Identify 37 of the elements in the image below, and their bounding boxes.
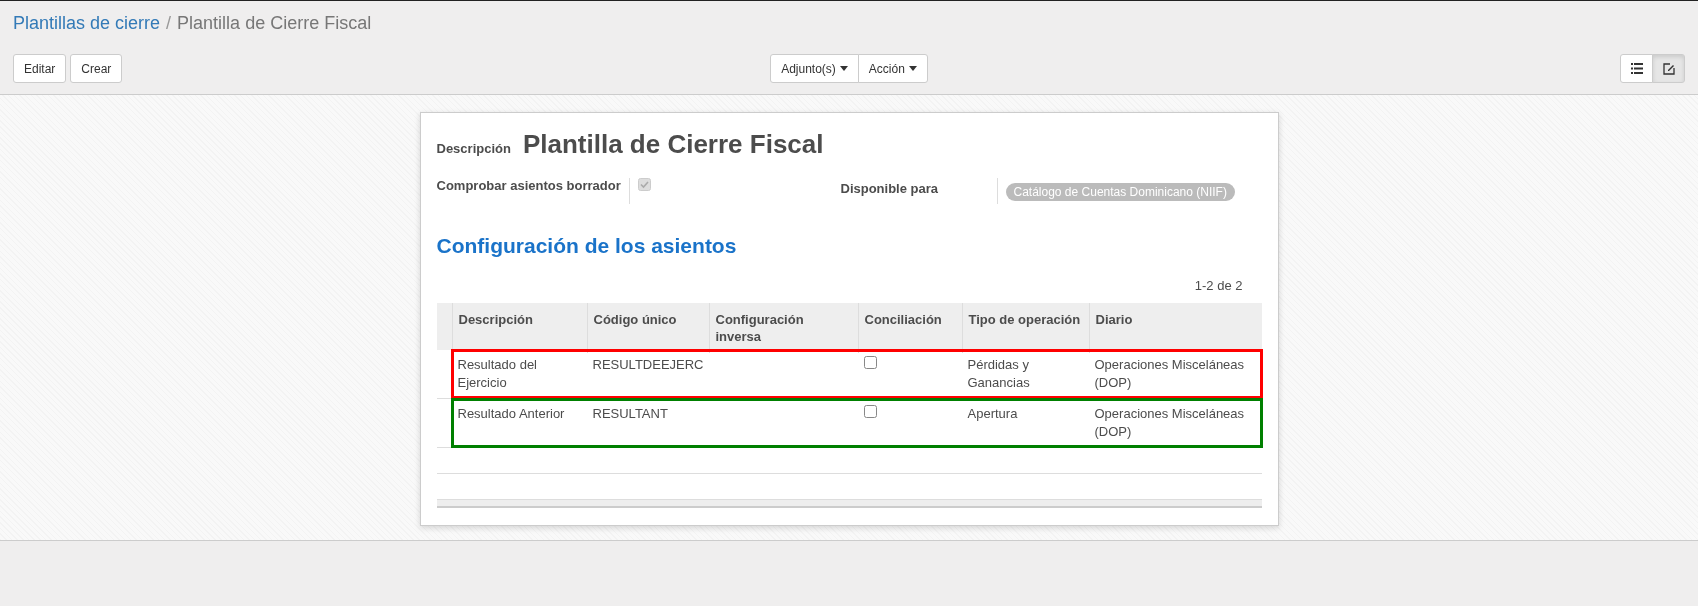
table-cell-text: Pérdidas y Ganancias (966, 356, 1031, 392)
breadcrumb-current: Plantilla de Cierre Fiscal (177, 13, 372, 34)
checkbox[interactable] (863, 356, 877, 369)
table-cell-text: Resultado Anterior (456, 405, 566, 423)
checkbox[interactable] (637, 178, 651, 191)
dropdown-button[interactable]: Acción (857, 54, 928, 83)
field-label: Comprobar asientos borrador (436, 178, 622, 193)
column-header[interactable]: Conciliación (857, 303, 962, 353)
checkbox[interactable] (863, 405, 877, 418)
table-cell-text: Operaciones Misceláneas (DOP) (1093, 356, 1246, 392)
breadcrumb-link[interactable]: Plantillas de cierre (13, 13, 161, 34)
tag: Catálogo de Cuentas Dominicano (NIIF) (1005, 183, 1235, 201)
table-cell-text: RESULTANT (591, 405, 669, 423)
field-label: Disponible para (840, 181, 940, 196)
caret-icon (908, 66, 917, 71)
column-header[interactable]: Descripción (451, 303, 587, 353)
edit-icon (1662, 62, 1675, 75)
section-heading: Configuración de los asientos (436, 234, 738, 258)
table-cell-text: RESULTDEEJERC (591, 356, 705, 374)
view-switch-button[interactable] (1652, 54, 1685, 83)
column-header[interactable]: Diario (1088, 303, 1262, 353)
column-header[interactable]: Tipo de operación (961, 303, 1089, 353)
dropdown-button[interactable]: Adjunto(s) (770, 54, 859, 83)
view-switch-button[interactable] (1620, 54, 1653, 83)
record-title: Plantilla de Cierre Fiscal (522, 129, 824, 160)
table-cell-text: Operaciones Misceláneas (DOP) (1093, 405, 1246, 441)
field-label: Descripción (436, 141, 511, 156)
caret-icon (839, 66, 848, 71)
pager: 1-2 de 2 (1193, 278, 1243, 293)
list-icon (1630, 63, 1643, 74)
toolbar-button[interactable]: Crear (70, 54, 123, 83)
table-cell-text: Resultado del Ejercicio (456, 356, 538, 392)
column-header[interactable]: Configuración inversa (708, 303, 858, 353)
breadcrumb-separator: / (166, 13, 172, 34)
toolbar-button[interactable]: Editar (13, 54, 67, 83)
table-cell-text: Apertura (966, 405, 1019, 423)
column-header[interactable]: Código único (586, 303, 709, 353)
